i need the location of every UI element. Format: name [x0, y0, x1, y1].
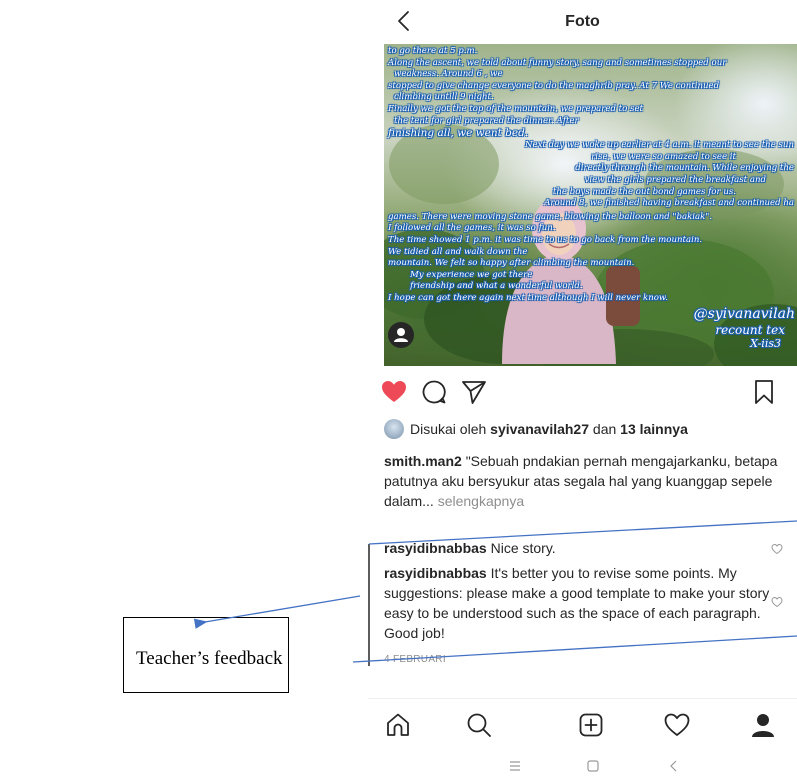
instagram-post-screen: Foto to go there at 5 p.m. Along the asc… — [368, 0, 797, 780]
menu-icon[interactable] — [507, 758, 523, 774]
image-text-line: climbing untill 9 night. — [394, 92, 494, 103]
image-text-line: to go there at 5 p.m. — [388, 46, 478, 56]
comment-item: rasyidibnabbas It's better you to revise… — [384, 563, 779, 643]
image-text-line: rise, we were so amazed to see it — [591, 151, 736, 162]
caption-more-link[interactable]: selengkapnya — [438, 493, 524, 509]
image-text-line: view the girls prepared the breakfast an… — [584, 174, 766, 185]
back-icon[interactable] — [666, 758, 682, 774]
annotation-box: Teacher’s feedback — [123, 617, 289, 693]
comment-like-icon[interactable] — [771, 596, 783, 608]
image-text-line: Along the ascent, we told about funny st… — [388, 57, 727, 68]
home-square-icon[interactable] — [585, 758, 601, 774]
comment-text: Nice story. — [490, 540, 556, 556]
comment-icon[interactable] — [420, 378, 448, 406]
post-caption: smith.man2 "Sebuah pndakian pernah menga… — [384, 451, 788, 511]
comment-username[interactable]: rasyidibnabbas — [384, 565, 487, 581]
comment-item: rasyidibnabbas Nice story. — [384, 538, 774, 558]
likes-prefix: Disukai oleh — [410, 421, 487, 437]
image-text-line: Finally we got the top of the mountain, … — [388, 103, 643, 114]
image-text-line: I followed all the games, it was so fun. — [388, 223, 556, 234]
image-text-line: Next day we woke up earlier at 4 a.m. it… — [524, 140, 794, 151]
activity-heart-icon[interactable] — [663, 711, 691, 739]
top-bar: Foto — [368, 0, 797, 44]
post-image[interactable]: to go there at 5 p.m. Along the ascent, … — [384, 44, 797, 366]
watermark-line: recount tex — [715, 323, 785, 337]
post-actions — [368, 372, 797, 412]
image-text-line: the tent for girl prepared the dinner. A… — [394, 115, 579, 126]
search-icon[interactable] — [465, 711, 493, 739]
home-icon[interactable] — [384, 711, 412, 739]
image-text-line: Around 8, we finished having breakfast a… — [544, 198, 794, 209]
image-text-line: I hope can got there again next time alt… — [388, 292, 668, 303]
watermark: @syivanavilah recount tex X-iis3 — [694, 306, 795, 350]
caption-username[interactable]: smith.man2 — [384, 453, 462, 469]
liker-username[interactable]: syivanavilah27 — [490, 421, 589, 437]
bookmark-icon[interactable] — [750, 378, 778, 406]
image-text-line: My experience we got there — [410, 269, 533, 280]
likes-summary[interactable]: Disukai oleh syivanavilah27 dan 13 lainn… — [384, 418, 688, 440]
add-post-icon[interactable] — [577, 711, 605, 739]
image-text-line: directly through the mountain. While enj… — [575, 163, 794, 174]
person-icon — [394, 328, 408, 342]
system-nav-bar — [368, 750, 797, 780]
comment-username[interactable]: rasyidibnabbas — [384, 540, 487, 556]
likes-others[interactable]: 13 lainnya — [620, 421, 688, 437]
liker-avatar — [384, 419, 404, 439]
image-text-line: weakness. Around 6 , we — [394, 69, 503, 80]
image-text-line: The time showed 1 p.m. it was time to us… — [388, 234, 703, 245]
image-text-line: friendship and what a wonderful world. — [410, 281, 583, 292]
watermark-handle: @syivanavilah — [693, 306, 795, 322]
annotation-label: Teacher’s feedback — [136, 648, 283, 669]
profile-icon[interactable] — [749, 711, 777, 739]
watermark-line: X-iis3 — [750, 337, 781, 350]
comment-like-icon[interactable] — [771, 543, 783, 555]
heart-filled-icon[interactable] — [380, 378, 408, 406]
image-caption-text: to go there at 5 p.m. Along the ascent, … — [388, 46, 796, 304]
image-text-line: the boys made the out bond games for us. — [552, 186, 736, 197]
page-title: Foto — [565, 13, 600, 30]
tagged-users-button[interactable] — [388, 322, 414, 348]
image-text-line: games. There were moving stone game, blo… — [388, 211, 713, 222]
bottom-nav — [368, 698, 797, 748]
image-text-line: finishing all, we went bed. — [388, 127, 529, 140]
image-text-line: mountain. We felt so happy after climbin… — [388, 258, 635, 269]
send-icon[interactable] — [460, 378, 488, 406]
image-text-line: stopped to give change everyone to do th… — [388, 80, 720, 91]
image-text-line: We tidied all and walk down the — [388, 246, 528, 257]
likes-connector: dan — [592, 421, 617, 437]
post-date: 4 FEBRUARI — [384, 654, 446, 665]
